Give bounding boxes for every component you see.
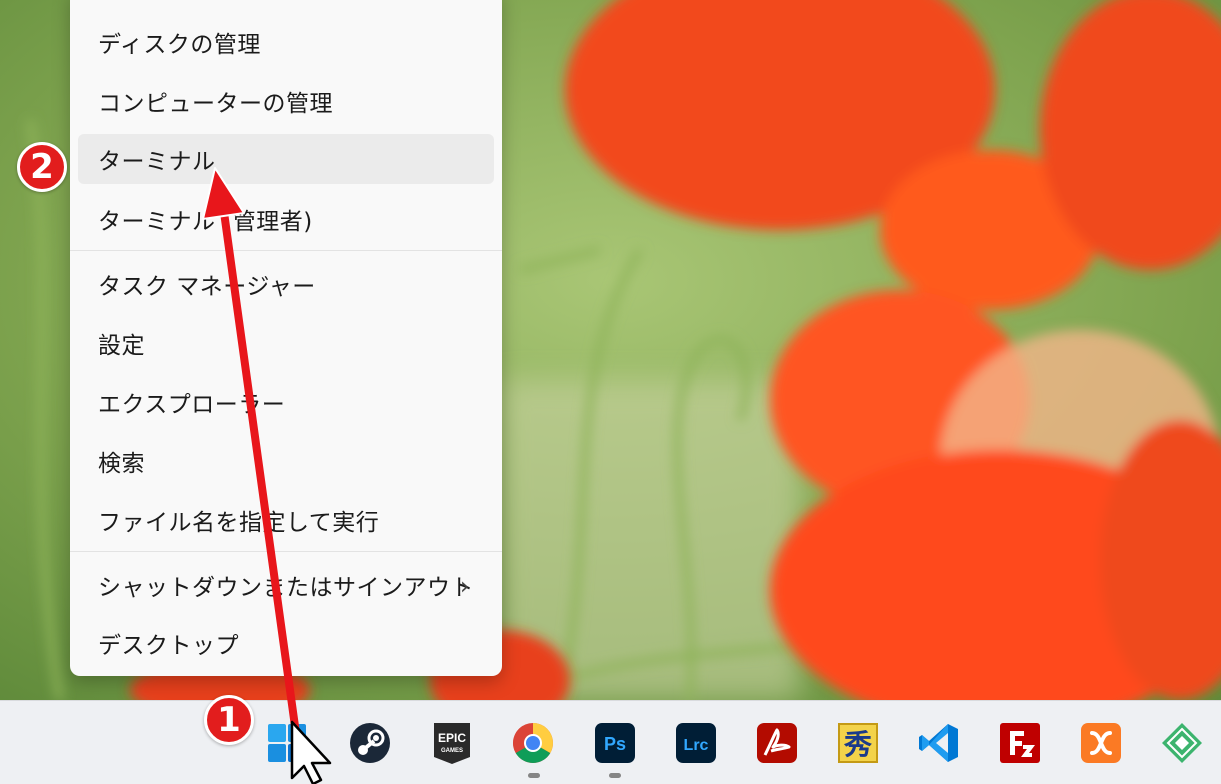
menu-item-disk-management[interactable]: ディスクの管理 [78,17,494,67]
chevron-right-icon: › [459,572,470,600]
running-indicator [528,773,540,778]
filezilla-icon[interactable] [998,721,1042,765]
menu-item-task-manager[interactable]: タスク マネージャー [78,259,494,309]
menu-item-desktop[interactable]: デスクトップ [78,618,494,668]
menu-separator [70,551,502,552]
start-context-menu: ディスクの管理 コンピューターの管理 ターミナル ターミナル (管理者) タスク… [70,0,502,676]
menu-item-terminal[interactable]: ターミナル [78,134,494,184]
menu-separator [70,250,502,251]
lightroom-label: Lrc [684,737,709,754]
menu-item-label: エクスプローラー [98,392,286,418]
menu-item-label: ターミナル [98,149,216,175]
menu-item-label: ディスクの管理 [98,32,261,58]
running-indicator [609,773,621,778]
menu-item-run[interactable]: ファイル名を指定して実行 [78,495,494,545]
chrome-icon[interactable] [511,721,555,765]
photoshop-icon[interactable]: Ps [593,721,637,765]
lightroom-classic-icon[interactable]: Lrc [674,721,718,765]
step-2-badge: 2 [17,142,67,192]
green-diamond-app-icon[interactable] [1160,721,1204,765]
step-1-badge: 1 [204,695,254,745]
acrobat-icon[interactable] [755,721,799,765]
menu-item-explorer[interactable]: エクスプローラー [78,377,494,427]
menu-item-label: コンピューターの管理 [98,91,333,117]
epic-label-top: EPIC [438,731,466,745]
menu-item-label: シャットダウンまたはサインアウト [98,575,474,601]
menu-item-terminal-admin[interactable]: ターミナル (管理者) [78,194,494,244]
menu-item-settings[interactable]: 設定 [78,318,494,368]
menu-item-computer-management[interactable]: コンピューターの管理 [78,76,494,126]
photoshop-label: Ps [604,734,626,754]
steam-icon[interactable] [348,721,392,765]
menu-item-label: タスク マネージャー [98,274,316,300]
menu-item-shutdown-signout[interactable]: シャットダウンまたはサインアウト › [78,560,494,610]
taskbar: EPIC GAMES Ps Lrc 秀 [0,700,1221,784]
menu-item-search[interactable]: 検索 [78,436,494,486]
epic-label-bottom: GAMES [441,748,463,754]
menu-item-label: 設定 [98,333,145,359]
menu-item-label: ターミナル (管理者) [98,209,313,235]
vscode-icon[interactable] [917,721,961,765]
windows-start-icon[interactable] [265,721,309,765]
xampp-icon[interactable] [1079,721,1123,765]
hidemaru-editor-icon[interactable]: 秀 [836,721,880,765]
hidemaru-label: 秀 [843,728,872,761]
menu-item-label: ファイル名を指定して実行 [98,510,380,536]
menu-item-label: デスクトップ [98,633,239,659]
epic-games-icon[interactable]: EPIC GAMES [430,721,474,765]
menu-item-label: 検索 [98,451,145,477]
